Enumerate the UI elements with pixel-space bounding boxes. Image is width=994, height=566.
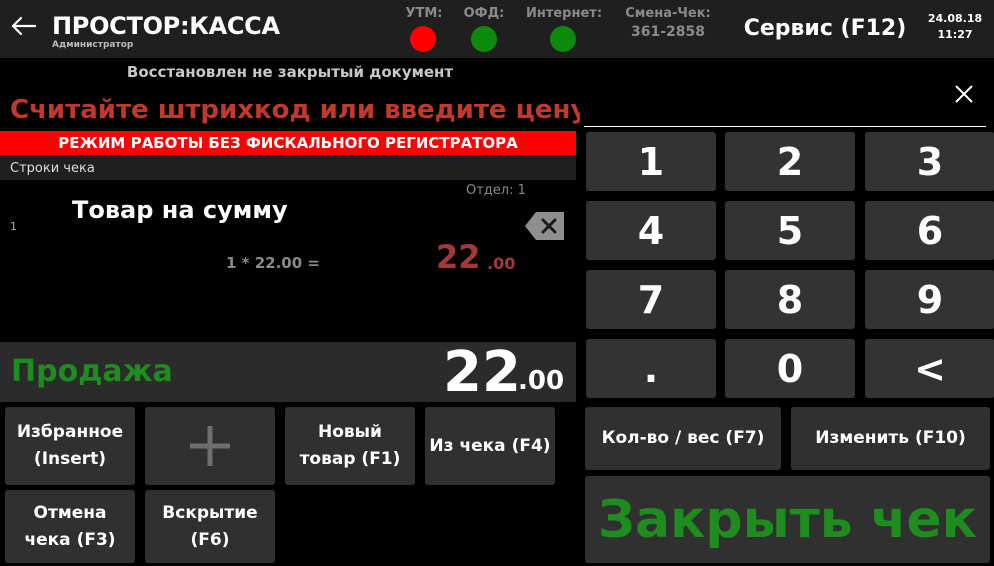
delete-line-button[interactable]	[524, 210, 566, 242]
new-item-button[interactable]: Новый товар (F1)	[285, 407, 415, 485]
key-4[interactable]: 4	[586, 201, 716, 260]
mode-warning-banner: РЕЖИМ РАБОТЫ БЕЗ ФИСКАЛЬНОГО РЕГИСТРАТОР…	[0, 131, 576, 155]
receipt-lines-header: Строки чека	[0, 156, 576, 180]
key-1[interactable]: 1	[586, 132, 716, 191]
utm-status-label: УТМ:	[405, 6, 443, 21]
key-3[interactable]: 3	[865, 132, 994, 191]
key-0[interactable]: 0	[725, 339, 855, 398]
total-integer: 22	[443, 340, 521, 405]
internet-status-indicator	[550, 26, 576, 52]
utm-status-indicator	[410, 26, 436, 52]
arrow-left-icon	[11, 16, 37, 36]
line-sum-decimal: .00	[487, 254, 516, 273]
plus-icon	[190, 426, 230, 466]
key-7[interactable]: 7	[586, 270, 716, 329]
current-time: 11:27	[937, 28, 973, 41]
change-button[interactable]: Изменить (F10)	[791, 407, 990, 470]
shift-receipt-label: Смена-Чек:	[625, 6, 711, 21]
key-2[interactable]: 2	[725, 132, 855, 191]
back-button[interactable]	[8, 10, 40, 42]
close-receipt-button[interactable]: Закрыть чек	[585, 476, 990, 563]
keypad-divider	[584, 126, 986, 127]
add-button[interactable]	[145, 407, 275, 485]
line-sum-integer: 22	[436, 238, 481, 276]
key-9[interactable]: 9	[865, 270, 994, 329]
key-backspace[interactable]: <	[865, 339, 994, 398]
ofd-status-indicator	[471, 26, 497, 52]
scan-prompt: Считайте штрихкод или введите цену	[10, 95, 580, 125]
line-department: Отдел: 1	[466, 183, 526, 198]
shift-receipt-value: 361-2858	[631, 24, 705, 40]
line-index: 1	[10, 220, 17, 233]
current-date: 24.08.18	[927, 12, 983, 25]
service-button[interactable]: Сервис (F12)	[740, 10, 910, 46]
close-panel-button[interactable]	[952, 82, 976, 106]
favorites-button[interactable]: Избранное (Insert)	[5, 407, 135, 485]
backspace-icon	[525, 212, 564, 240]
opening-button[interactable]: Вскрытие (F6)	[145, 490, 275, 563]
quantity-weight-button[interactable]: Кол-во / вес (F7)	[585, 407, 781, 470]
app-title: ПРОСТОР:КАССА	[52, 12, 280, 40]
key-6[interactable]: 6	[865, 201, 994, 260]
cancel-receipt-button[interactable]: Отмена чека (F3)	[5, 490, 135, 563]
close-icon	[955, 85, 973, 103]
line-item-name: Товар на сумму	[72, 196, 288, 224]
internet-status-label: Интернет:	[525, 6, 603, 21]
key-8[interactable]: 8	[725, 270, 855, 329]
total-decimal: .00	[518, 366, 565, 396]
line-calculation: 1 * 22.00 =	[226, 254, 320, 272]
from-receipt-button[interactable]: Из чека (F4)	[425, 407, 555, 485]
key-5[interactable]: 5	[725, 201, 855, 260]
key-dot[interactable]: .	[586, 339, 716, 398]
restored-document-message: Восстановлен не закрытый документ	[126, 63, 454, 81]
ofd-status-label: ОФД:	[463, 6, 505, 21]
user-role: Администратор	[52, 40, 134, 50]
operation-type-label: Продажа	[11, 354, 173, 389]
